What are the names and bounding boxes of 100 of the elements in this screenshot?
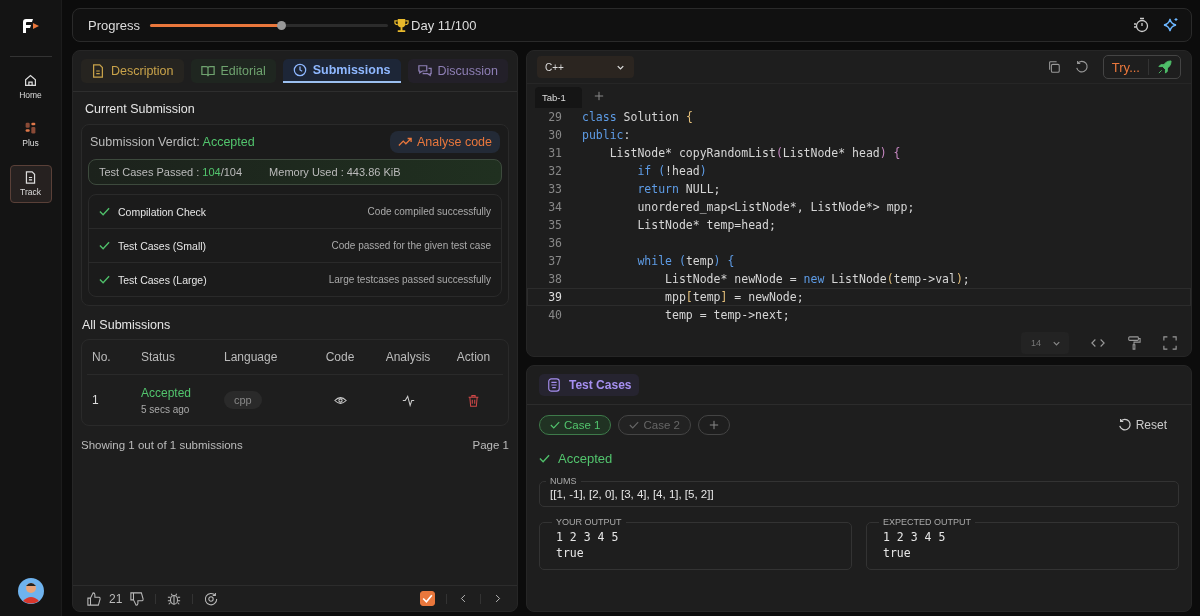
trend-icon [397, 135, 412, 149]
column-header: Action [455, 350, 492, 364]
editor-tab[interactable]: Tab-1 [535, 87, 582, 108]
output-line: true [883, 545, 912, 561]
bug-icon[interactable] [167, 591, 182, 606]
code-line: while (temp) { [636, 254, 735, 268]
input-value: [[1, -1], [2, 0], [3, 4], [4, 1], [5, 2]] [550, 488, 715, 500]
line-number: 31 [547, 146, 563, 160]
column-header: Language [224, 350, 279, 364]
nav-item[interactable]: Track [9, 165, 52, 203]
rocket-icon[interactable] [1157, 59, 1172, 75]
like-count: 21 [109, 591, 123, 606]
code-line: ListNode* copyRandomList(ListNode* head) { [608, 146, 901, 160]
check-detail: Large testcases passed successfully [328, 274, 491, 285]
analyse-code-button[interactable]: Analyse code [389, 131, 500, 153]
column-header: No. [91, 350, 112, 364]
reset-button[interactable]: Reset [1111, 417, 1173, 433]
nav-item[interactable]: Plus [10, 117, 51, 153]
case-tab[interactable]: Case 1 [539, 415, 612, 435]
column-header: Code [324, 350, 356, 364]
clock-icon [292, 63, 307, 77]
check-detail: Code compiled successfully [367, 206, 491, 217]
check-icon [629, 420, 640, 430]
showing-text: Showing 1 out of 1 submissions [81, 439, 243, 451]
day-counter: Day 11/100 [411, 17, 477, 33]
code-line: ListNode* newNode = new ListNode(temp->val); [664, 272, 970, 286]
line-number: 40 [547, 308, 563, 322]
check-name: Test Cases (Small) [118, 239, 208, 252]
progress-slider[interactable] [150, 23, 389, 27]
code-line: temp = temp->next; [664, 308, 790, 322]
result-text: Accepted [558, 451, 613, 466]
output-line: true [556, 545, 585, 561]
line-number: 33 [547, 182, 563, 196]
field-label: NUMS [549, 476, 578, 486]
check-name: Compilation Check [118, 205, 208, 218]
panel-tab[interactable]: Submissions [282, 59, 401, 83]
thumbs-up-icon[interactable] [87, 591, 101, 606]
output-line: 1 2 3 4 5 [556, 529, 620, 545]
line-number: 29 [547, 110, 563, 124]
code-line: mpp[temp] = newNode; [664, 290, 804, 304]
code-line: public: [582, 128, 631, 142]
check-icon [550, 420, 560, 430]
blocks-icon [24, 122, 37, 135]
panel-tab[interactable]: Editorial [190, 59, 276, 83]
language-dropdown[interactable]: C++ [537, 56, 634, 78]
column-header: Analysis [384, 350, 432, 364]
timer-icon[interactable] [1133, 17, 1149, 33]
code-line: class Solution { [582, 110, 693, 124]
status-text: Accepted [141, 385, 192, 400]
language-tag: cpp [224, 391, 262, 409]
sparkle-icon[interactable] [1163, 17, 1179, 33]
checkbox[interactable] [420, 591, 435, 606]
check-detail: Code passed for the given test case [331, 240, 491, 251]
refresh-icon[interactable] [204, 591, 219, 606]
document-icon [91, 64, 105, 78]
paint-roller-icon[interactable] [1127, 336, 1141, 350]
test-cases-tab[interactable]: Test Cases [539, 374, 640, 396]
memory-used: Memory Used : 443.86 KiB [269, 166, 401, 178]
nav-item[interactable]: Home [10, 69, 51, 105]
section-title: All Submissions [82, 318, 172, 332]
font-size-dropdown[interactable]: 14 [1021, 332, 1069, 354]
trash-icon[interactable] [467, 393, 480, 407]
check-name: Test Cases (Large) [118, 273, 208, 286]
add-tab-icon[interactable] [593, 91, 604, 101]
table-cell-text: 1 [91, 393, 100, 407]
reset-icon [1117, 418, 1132, 432]
field-label: EXPECTED OUTPUT [882, 517, 972, 527]
copy-icon[interactable] [1046, 60, 1061, 74]
panel-tab[interactable]: Description [81, 59, 184, 83]
code-line: return NULL; [636, 182, 721, 196]
code-line: unordered_map<ListNode*, ListNode*> mpp; [636, 200, 915, 214]
code-icon[interactable] [1091, 336, 1105, 350]
home-icon [24, 74, 37, 87]
line-number: 39 [547, 290, 563, 304]
code-line: if (!head) [636, 164, 707, 178]
document-icon [24, 171, 37, 184]
fullscreen-icon[interactable] [1163, 336, 1177, 350]
reset-icon[interactable] [1074, 60, 1089, 74]
chat-icon [417, 64, 432, 78]
line-number: 37 [547, 254, 563, 268]
progress-label: Progress [88, 17, 141, 33]
line-number: 32 [547, 164, 563, 178]
field-label: YOUR OUTPUT [555, 517, 623, 527]
book-icon [200, 64, 215, 78]
line-number: 35 [547, 218, 563, 232]
submission-verdict: Submission Verdict: Accepted [90, 135, 255, 149]
line-number: 38 [547, 272, 563, 286]
time-text: 5 secs ago [141, 403, 190, 415]
page-text: Page 1 [472, 439, 509, 451]
pulse-icon[interactable] [401, 393, 415, 407]
list-icon [547, 378, 561, 392]
line-number: 30 [547, 128, 563, 142]
column-header: Status [141, 350, 177, 364]
tests-passed: Test Cases Passed : 104/104 [99, 166, 243, 178]
thumbs-down-icon[interactable] [130, 591, 145, 606]
trophy-icon [394, 17, 410, 33]
panel-tab[interactable]: Discussion [407, 59, 508, 83]
check-icon [539, 453, 550, 464]
logo-icon [20, 18, 41, 34]
avatar[interactable] [17, 578, 44, 604]
